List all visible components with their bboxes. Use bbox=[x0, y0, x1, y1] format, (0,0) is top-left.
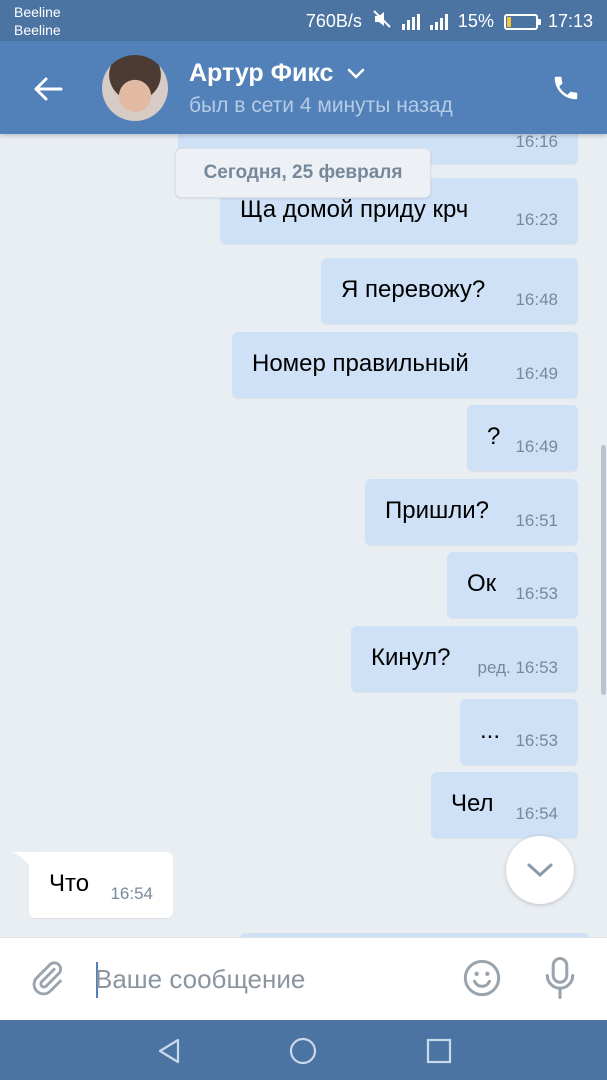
message-bubble[interactable]: Кинул? ред. 16:53 bbox=[351, 626, 578, 692]
circle-home-icon bbox=[289, 1037, 317, 1065]
system-navigation-bar bbox=[0, 1020, 607, 1080]
message-text: Ща домой приду крч bbox=[240, 196, 469, 223]
last-seen-status: был в сети 4 минуты назад bbox=[189, 94, 453, 117]
battery-icon bbox=[503, 13, 541, 30]
message-time: 16:16 bbox=[515, 134, 558, 151]
avatar[interactable] bbox=[102, 55, 168, 121]
scroll-to-bottom-button[interactable] bbox=[506, 836, 574, 904]
carrier-name-2: Beeline bbox=[14, 22, 61, 38]
message-bubble[interactable]: Пришли? 16:51 bbox=[365, 479, 578, 545]
battery-percent: 15% bbox=[457, 11, 494, 31]
voice-message-button[interactable] bbox=[543, 956, 577, 1005]
contact-name[interactable]: Артур Фикс bbox=[189, 58, 333, 88]
square-recents-icon bbox=[426, 1038, 452, 1064]
nav-back-button[interactable] bbox=[154, 1036, 184, 1066]
date-separator: Сегодня, 25 февраля bbox=[175, 148, 431, 198]
message-bubble[interactable]: ... 16:53 bbox=[460, 699, 578, 765]
carrier-name-1: Beeline bbox=[14, 4, 61, 20]
message-bubble[interactable]: ? 16:49 bbox=[467, 405, 578, 471]
message-time: 16:53 bbox=[515, 731, 558, 750]
chat-header: Артур Фикс был в сети 4 минуты назад bbox=[0, 41, 607, 134]
status-time: 17:13 bbox=[547, 11, 593, 31]
mute-icon bbox=[372, 9, 392, 34]
message-composer bbox=[0, 937, 607, 1021]
chevron-down-icon[interactable] bbox=[347, 68, 365, 80]
emoji-button[interactable] bbox=[462, 958, 502, 1003]
message-list[interactable]: 16:16 Сегодня, 25 февраля Ща домой приду… bbox=[0, 134, 607, 937]
message-time: 16:23 bbox=[515, 210, 558, 229]
message-time: 16:53 bbox=[515, 584, 558, 603]
message-input[interactable] bbox=[95, 955, 435, 1003]
triangle-back-icon bbox=[158, 1038, 180, 1064]
chevron-down-icon bbox=[527, 863, 553, 878]
message-bubble[interactable]: Я перевожу? 16:48 bbox=[321, 258, 578, 324]
message-bubble[interactable]: Ок 16:53 bbox=[447, 552, 578, 618]
back-button[interactable] bbox=[28, 69, 68, 109]
message-time: 16:48 bbox=[515, 290, 558, 309]
phone-icon bbox=[554, 76, 578, 100]
message-text: Ок bbox=[467, 570, 497, 597]
message-time: ред. 16:53 bbox=[477, 658, 558, 677]
status-bar: Beeline Beeline 760B/s 15% 17:13 bbox=[0, 0, 607, 41]
attach-button[interactable] bbox=[28, 958, 66, 1003]
wifi-icon bbox=[401, 13, 420, 30]
call-button[interactable] bbox=[549, 71, 583, 105]
nav-recents-button[interactable] bbox=[424, 1036, 454, 1066]
message-time: 16:54 bbox=[515, 804, 558, 823]
message-bubble[interactable]: Номер правильный 16:49 bbox=[232, 332, 578, 398]
network-speed: 760B/s bbox=[305, 11, 362, 31]
back-arrow-icon bbox=[34, 77, 63, 101]
bubble-tail bbox=[11, 852, 31, 868]
message-text: Чел bbox=[451, 790, 494, 817]
paperclip-icon bbox=[32, 961, 63, 996]
message-time: 16:54 bbox=[110, 884, 153, 903]
message-text: Пришли? bbox=[385, 497, 490, 524]
message-text: ? bbox=[487, 423, 501, 450]
message-text: Что bbox=[49, 870, 90, 897]
microphone-icon bbox=[545, 957, 575, 999]
message-text: ... bbox=[480, 717, 501, 744]
message-time: 16:49 bbox=[515, 364, 558, 383]
signal-icon bbox=[429, 13, 448, 30]
message-time: 16:51 bbox=[515, 511, 558, 530]
message-bubble-incoming[interactable]: Что 16:54 bbox=[11, 852, 173, 918]
message-time: 16:49 bbox=[515, 437, 558, 456]
emoji-icon bbox=[463, 959, 501, 997]
nav-home-button[interactable] bbox=[288, 1036, 318, 1066]
scrollbar[interactable] bbox=[601, 445, 606, 695]
message-text: Номер правильный bbox=[252, 350, 469, 377]
message-text: Кинул? bbox=[371, 644, 451, 671]
message-bubble[interactable]: Чел 16:54 bbox=[431, 772, 578, 838]
message-text: Я перевожу? bbox=[341, 276, 486, 303]
